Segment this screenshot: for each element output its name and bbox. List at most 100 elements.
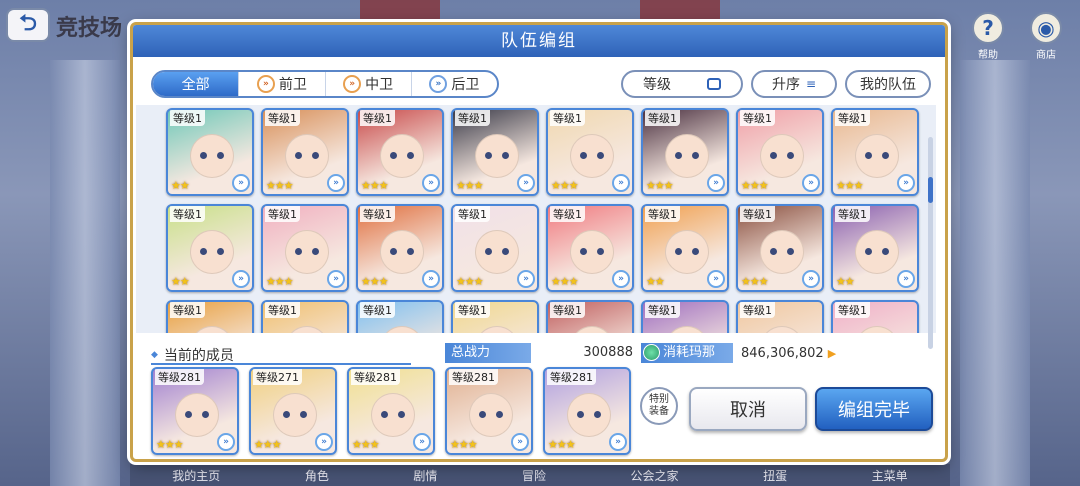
- role-chevron-icon: »: [327, 174, 345, 192]
- front-role-icon: »: [256, 75, 275, 93]
- character-portrait: [380, 326, 424, 333]
- character-level: 等级1: [265, 302, 300, 318]
- character-card[interactable]: 等级1 ★★★ »: [546, 204, 634, 292]
- character-card[interactable]: 等级1»: [831, 300, 919, 333]
- cancel-button[interactable]: 取消: [689, 387, 807, 431]
- role-chevron-icon: »: [217, 433, 235, 451]
- character-eyes: [675, 248, 699, 255]
- team-edit-dialog: 队伍编组 全部 » 前卫 » 中卫 » 后卫 等级 升序 ≡ 我的队伍 等级1 ★★» 等…: [130, 22, 948, 462]
- current-team-row: 等级281 ★★★» 等级271 ★★★» 等级281 ★★★» 等级281 ★★★» 等级28…: [151, 367, 631, 455]
- character-level: 等级1: [170, 206, 205, 222]
- character-card[interactable]: 等级1 ★★★ »: [451, 108, 539, 196]
- character-card[interactable]: 等级1»: [356, 300, 444, 333]
- tab-front-label: 前卫: [278, 77, 307, 93]
- team-member-card[interactable]: 等级271 ★★★ »: [249, 367, 337, 455]
- sort-by-button[interactable]: 等级: [621, 70, 743, 98]
- nav-item[interactable]: 角色: [305, 467, 329, 484]
- character-level: 等级1: [835, 302, 870, 318]
- character-card[interactable]: 等级1 ★★★ »: [831, 108, 919, 196]
- order-label: 升序: [771, 77, 800, 93]
- star-rating: ★★★: [156, 438, 184, 451]
- character-card[interactable]: 等级1 ★★★ »: [736, 204, 824, 292]
- character-card[interactable]: 等级1 ★★★ »: [451, 204, 539, 292]
- team-member-card[interactable]: 等级281 ★★★ »: [347, 367, 435, 455]
- character-card[interactable]: 等级1 ★★ »: [831, 204, 919, 292]
- grid-scrollbar[interactable]: [928, 137, 933, 349]
- team-member-card[interactable]: 等级281 ★★★ »: [445, 367, 533, 455]
- star-rating: ★★★: [361, 179, 389, 192]
- character-level: 等级1: [550, 302, 585, 318]
- character-eyes: [770, 152, 794, 159]
- shop-button[interactable]: ◉ 商店: [1026, 12, 1066, 64]
- tab-back[interactable]: » 后卫: [412, 72, 497, 96]
- filter-row: 全部 » 前卫 » 中卫 » 后卫 等级 升序 ≡ 我的队伍: [151, 70, 931, 100]
- character-portrait: [665, 326, 709, 333]
- role-chevron-icon: »: [612, 174, 630, 192]
- character-card[interactable]: 等级1 ★★★ »: [261, 108, 349, 196]
- role-chevron-icon: »: [232, 174, 250, 192]
- tab-all[interactable]: 全部: [153, 72, 240, 96]
- order-button[interactable]: 升序 ≡: [751, 70, 837, 98]
- character-card[interactable]: 等级1 ★★★ »: [356, 204, 444, 292]
- character-eyes: [381, 411, 405, 418]
- total-power-value: 300888: [583, 345, 633, 360]
- character-card[interactable]: 等级1»: [641, 300, 729, 333]
- character-eyes: [185, 411, 209, 418]
- role-chevron-icon: »: [422, 270, 440, 288]
- my-team-button[interactable]: 我的队伍: [845, 70, 931, 98]
- confirm-team-label: 编组完毕: [838, 400, 910, 421]
- role-chevron-icon: »: [707, 270, 725, 288]
- back-button[interactable]: ⮌: [6, 8, 50, 42]
- star-rating: ★★: [836, 275, 855, 288]
- character-card[interactable]: 等级1 ★★★ »: [641, 108, 729, 196]
- character-level: 等级271: [253, 369, 302, 385]
- scrollbar-thumb[interactable]: [928, 177, 933, 203]
- ascending-icon: ≡: [805, 77, 817, 91]
- character-card[interactable]: 等级1 ★★ »: [166, 108, 254, 196]
- character-level: 等级1: [170, 302, 205, 318]
- character-level: 等级281: [351, 369, 400, 385]
- character-card[interactable]: 等级1 ★★★ »: [261, 204, 349, 292]
- character-card[interactable]: 等级1»: [546, 300, 634, 333]
- character-card[interactable]: 等级1»: [736, 300, 824, 333]
- character-level: 等级1: [265, 110, 300, 126]
- nav-item[interactable]: 剧情: [413, 467, 437, 484]
- help-button[interactable]: ? 帮助: [968, 12, 1008, 64]
- shop-bag-icon: ◉: [1030, 12, 1062, 44]
- character-card[interactable]: 等级1»: [261, 300, 349, 333]
- nav-item[interactable]: 冒险: [522, 467, 546, 484]
- confirm-team-button[interactable]: 编组完毕: [815, 387, 933, 431]
- character-card[interactable]: 等级1»: [166, 300, 254, 333]
- character-portrait: [760, 326, 804, 333]
- character-eyes: [580, 152, 604, 159]
- character-level: 等级281: [547, 369, 596, 385]
- sort-by-label: 等级: [643, 77, 671, 93]
- team-member-card[interactable]: 等级281 ★★★ »: [543, 367, 631, 455]
- role-chevron-icon: »: [707, 174, 725, 192]
- tab-front[interactable]: » 前卫: [239, 72, 326, 96]
- total-power: 总战力 300888: [445, 343, 635, 363]
- role-chevron-icon: »: [517, 174, 535, 192]
- character-card[interactable]: 等级1 ★★★ »: [736, 108, 824, 196]
- special-equipment-button[interactable]: 特别 装备: [640, 387, 678, 425]
- character-level: 等级1: [740, 110, 775, 126]
- character-card[interactable]: 等级1 ★★ »: [641, 204, 729, 292]
- character-level: 等级1: [550, 110, 585, 126]
- dialog-title: 队伍编组: [133, 25, 945, 57]
- nav-item[interactable]: 扭蛋: [763, 467, 787, 484]
- star-rating: ★★: [171, 275, 190, 288]
- nav-item[interactable]: 我的主页: [172, 467, 220, 484]
- character-portrait: [190, 326, 234, 333]
- cancel-label: 取消: [730, 400, 766, 421]
- nav-item[interactable]: 公会之家: [631, 467, 679, 484]
- character-card[interactable]: 等级1 ★★★ »: [546, 108, 634, 196]
- star-rating: ★★★: [836, 179, 864, 192]
- character-card[interactable]: 等级1»: [451, 300, 539, 333]
- role-chevron-icon: »: [511, 433, 529, 451]
- nav-item[interactable]: 主菜单: [872, 467, 908, 484]
- tab-middle[interactable]: » 中卫: [326, 72, 412, 96]
- star-rating: ★★★: [548, 438, 576, 451]
- character-card[interactable]: 等级1 ★★★ »: [356, 108, 444, 196]
- team-member-card[interactable]: 等级281 ★★★ »: [151, 367, 239, 455]
- character-card[interactable]: 等级1 ★★ »: [166, 204, 254, 292]
